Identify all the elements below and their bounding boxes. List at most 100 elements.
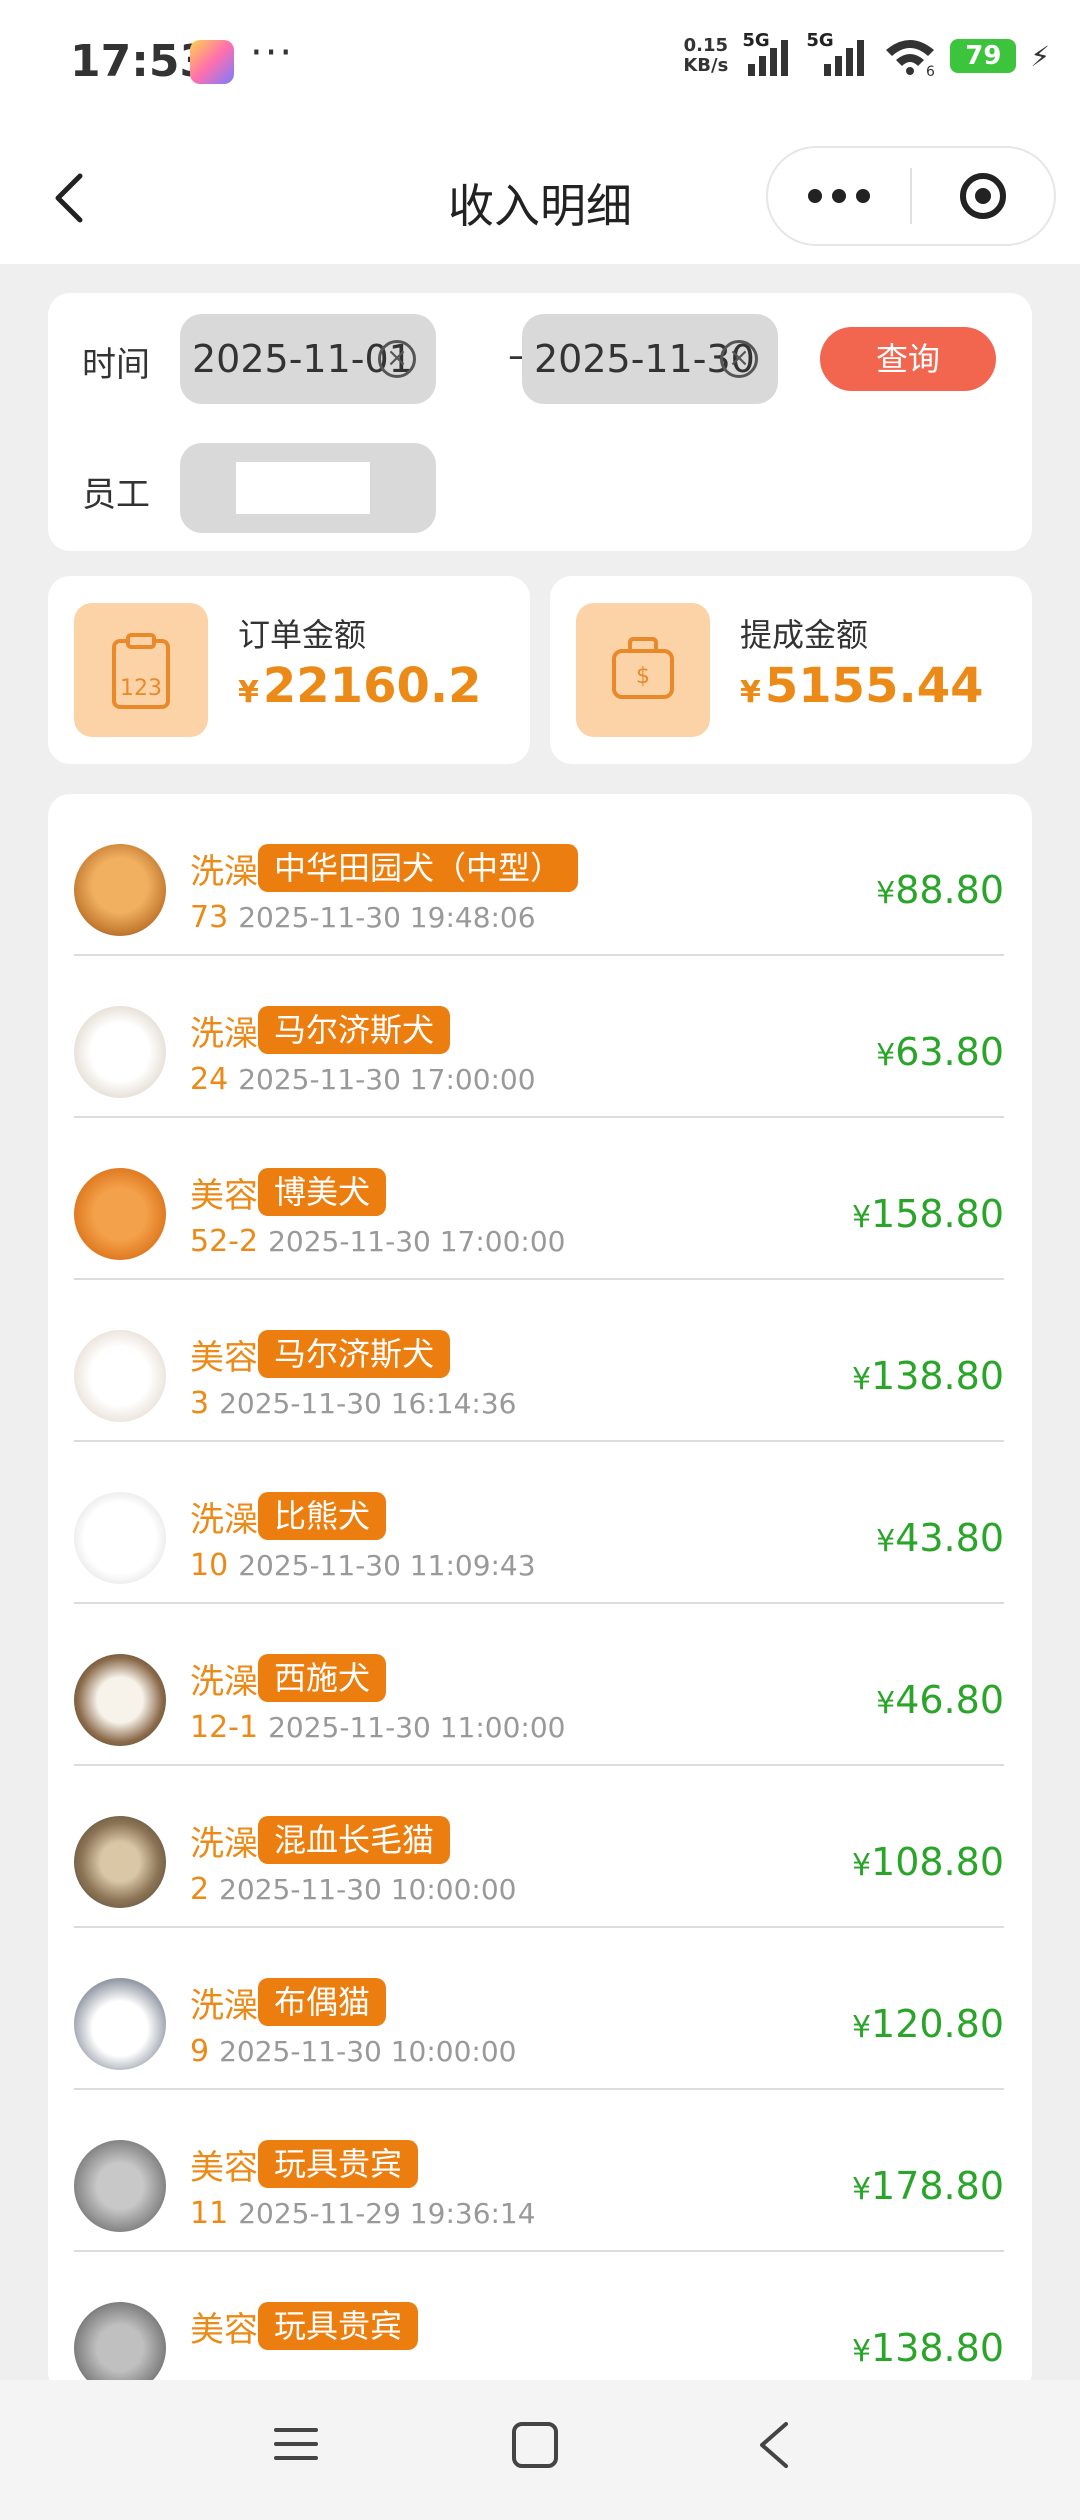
order-amount-card: 123 订单金额 ¥22160.2 [48, 576, 530, 764]
pet-avatar [74, 1006, 166, 1098]
service-type: 美容 [190, 1176, 258, 1216]
income-record-row[interactable]: 洗澡 马尔济斯犬 24 2025-11-30 17:00:00 ¥63.80 [74, 956, 1004, 1118]
income-record-row[interactable]: 洗澡 混血长毛猫 2 2025-11-30 10:00:00 ¥108.80 [74, 1766, 1004, 1928]
wifi-icon: 6 [886, 40, 935, 76]
breed-tag: 混血长毛猫 [258, 1816, 451, 1864]
pet-number: 3 [190, 1386, 210, 1421]
income-record-row[interactable]: 洗澡 比熊犬 10 2025-11-30 11:09:43 ¥43.80 [74, 1442, 1004, 1604]
income-record-row[interactable]: 美容 玩具贵宾 11 2025-11-29 19:36:14 ¥178.80 [74, 2090, 1004, 2252]
record-meta: 73 2025-11-30 19:48:06 [190, 900, 536, 935]
commission-amount-value: ¥5155.44 [740, 658, 984, 714]
home-icon[interactable] [510, 2420, 560, 2470]
close-mini-program-icon[interactable] [912, 173, 1054, 219]
currency-symbol: ¥ [851, 2334, 872, 2369]
pet-number: 73 [190, 900, 229, 935]
commission-amount-card: $ 提成金额 ¥5155.44 [550, 576, 1032, 764]
clear-start-date-icon[interactable]: × [378, 340, 416, 378]
status-bar: 17:53 ··· 0.15 KB/s 5G 5G 6 79 ⚡ [0, 0, 1080, 130]
record-datetime: 2025-11-30 11:00:00 [268, 1711, 566, 1744]
record-meta: 2 2025-11-30 10:00:00 [190, 1872, 516, 1907]
cellular-signal-icon: 5G [806, 30, 870, 76]
pet-avatar [74, 1978, 166, 2070]
staff-select[interactable] [180, 443, 436, 533]
pet-number: 9 [190, 2034, 210, 2069]
amount-value: 138.80 [871, 2326, 1004, 2370]
breed-tag: 玩具贵宾 [258, 2140, 419, 2188]
service-type: 洗澡 [190, 1986, 258, 2026]
staff-label: 员工 [82, 475, 150, 515]
svg-text:$: $ [636, 664, 650, 689]
breed-tag: 博美犬 [258, 1168, 387, 1216]
amount-value: 108.80 [871, 1840, 1004, 1884]
currency-symbol: ¥ [876, 876, 896, 911]
pet-avatar [74, 2140, 166, 2232]
currency-symbol: ¥ [851, 1848, 872, 1883]
currency-symbol: ¥ [876, 1038, 896, 1073]
record-datetime: 2025-11-29 19:36:14 [238, 2197, 536, 2230]
record-amount: ¥46.80 [876, 1678, 1004, 1722]
menu-icon[interactable] [272, 2420, 320, 2468]
record-amount: ¥120.80 [852, 2002, 1004, 2046]
wifi-sub-label: 6 [926, 64, 935, 76]
back-nav-icon[interactable] [752, 2420, 796, 2470]
service-type: 洗澡 [190, 1824, 258, 1864]
income-record-row[interactable]: 美容 马尔济斯犬 3 2025-11-30 16:14:36 ¥138.80 [74, 1280, 1004, 1442]
currency-symbol: ¥ [851, 1362, 872, 1397]
more-icon[interactable] [768, 189, 910, 203]
currency-symbol: ¥ [851, 2010, 872, 2045]
query-button[interactable]: 查询 [820, 327, 996, 391]
income-record-row[interactable]: 洗澡 布偶猫 9 2025-11-30 10:00:00 ¥120.80 [74, 1928, 1004, 2090]
record-datetime: 2025-11-30 16:14:36 [219, 1387, 517, 1420]
record-meta: 9 2025-11-30 10:00:00 [190, 2034, 516, 2069]
service-type: 美容 [190, 2148, 258, 2188]
breed-tag: 马尔济斯犬 [258, 1330, 451, 1378]
amount-value: 46.80 [895, 1678, 1004, 1722]
app-notification-icon [190, 40, 234, 84]
record-meta: 52-2 2025-11-30 17:00:00 [190, 1224, 565, 1259]
amount-value: 63.80 [895, 1030, 1004, 1074]
net-speed-unit: KB/s [683, 55, 729, 76]
income-record-row[interactable]: 美容 玩具贵宾 ¥138.80 [74, 2252, 1004, 2394]
net-speed: 0.15 KB/s [683, 36, 728, 76]
record-amount: ¥178.80 [852, 2164, 1004, 2208]
breed-tag: 西施犬 [258, 1654, 387, 1702]
currency-symbol: ¥ [238, 675, 259, 710]
breed-tag: 马尔济斯犬 [258, 1006, 451, 1054]
commission-amount-number: 5155.44 [764, 658, 984, 714]
pet-avatar [74, 1330, 166, 1422]
service-type: 洗澡 [190, 1500, 258, 1540]
breed-tag: 玩具贵宾 [258, 2302, 419, 2350]
breed-tag: 比熊犬 [258, 1492, 387, 1540]
record-amount: ¥138.80 [852, 2326, 1004, 2370]
record-meta: 12-1 2025-11-30 11:00:00 [190, 1710, 565, 1745]
amount-value: 178.80 [871, 2164, 1004, 2208]
amount-value: 120.80 [871, 2002, 1004, 2046]
pet-number: 12-1 [190, 1710, 259, 1745]
filter-card: 时间 2025-11-01 × — 2025-11-30 × 查询 员工 [48, 293, 1032, 551]
record-datetime: 2025-11-30 10:00:00 [219, 1873, 517, 1906]
record-amount: ¥63.80 [876, 1030, 1004, 1074]
breed-tag: 布偶猫 [258, 1978, 387, 2026]
currency-symbol: ¥ [876, 1524, 896, 1559]
service-type: 美容 [190, 1338, 258, 1378]
record-amount: ¥88.80 [876, 868, 1004, 912]
record-amount: ¥138.80 [852, 1354, 1004, 1398]
navigation-bar: 收入明细 [0, 130, 1080, 264]
order-amount-number: 22160.2 [262, 658, 482, 714]
battery-icon: 79 [950, 39, 1017, 73]
net-speed-value: 0.15 [683, 35, 729, 56]
breed-tag: 中华田园犬（中型） [258, 844, 579, 892]
income-record-row[interactable]: 洗澡 中华田园犬（中型） 73 2025-11-30 19:48:06 ¥88.80 [74, 794, 1004, 956]
amount-value: 88.80 [895, 868, 1004, 912]
income-record-row[interactable]: 美容 博美犬 52-2 2025-11-30 17:00:00 ¥158.80 [74, 1118, 1004, 1280]
cellular-signal-icon: 5G [742, 30, 792, 76]
pet-avatar [74, 1168, 166, 1260]
order-amount-label: 订单金额 [238, 616, 367, 654]
pet-number: 11 [190, 2196, 229, 2231]
pet-avatar [74, 844, 166, 936]
income-record-row[interactable]: 洗澡 西施犬 12-1 2025-11-30 11:00:00 ¥46.80 [74, 1604, 1004, 1766]
clear-end-date-icon[interactable]: × [720, 340, 758, 378]
service-type: 美容 [190, 2310, 258, 2350]
currency-symbol: ¥ [851, 2172, 872, 2207]
money-bag-icon: $ [576, 603, 710, 737]
